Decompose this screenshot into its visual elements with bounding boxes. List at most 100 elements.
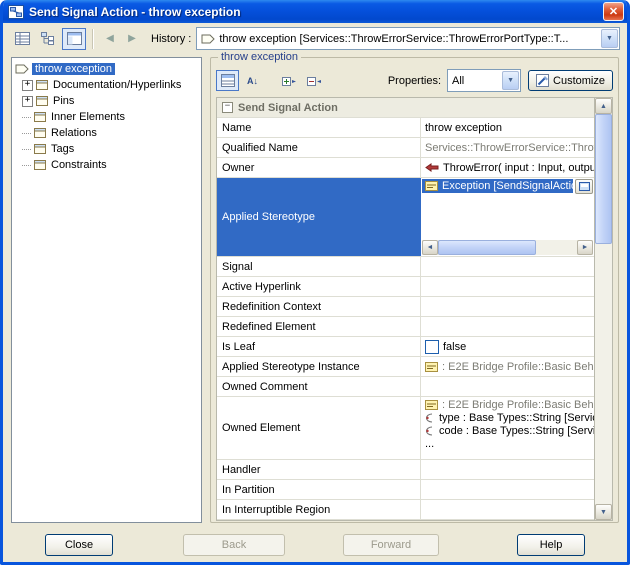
property-name-cell[interactable]: Applied Stereotype bbox=[217, 178, 421, 256]
property-row-redefined-element[interactable]: Redefined Element bbox=[217, 317, 594, 337]
property-name-cell[interactable]: Owned Element bbox=[217, 397, 421, 459]
property-value-cell[interactable]: Services::ThrowErrorService::ThrowE... bbox=[421, 138, 594, 157]
categorized-view-button[interactable] bbox=[216, 70, 239, 91]
property-row-name[interactable]: Name throw exception bbox=[217, 118, 594, 138]
vertical-scroll-track[interactable] bbox=[595, 114, 612, 504]
property-name-cell[interactable]: Name bbox=[217, 118, 421, 137]
property-row-signal[interactable]: Signal bbox=[217, 257, 594, 277]
property-name-cell[interactable]: Owner bbox=[217, 158, 421, 177]
property-name-cell[interactable]: Active Hyperlink bbox=[217, 277, 421, 296]
tree-item-constraints[interactable]: Constraints bbox=[22, 157, 201, 173]
properties-filter-combobox[interactable]: All ▼ bbox=[447, 69, 521, 92]
property-row-active-hyperlink[interactable]: Active Hyperlink bbox=[217, 277, 594, 297]
owned-element-text: : E2E Bridge Profile::Basic Behaviour... bbox=[442, 399, 594, 411]
tree-item-inner-elements[interactable]: Inner Elements bbox=[22, 109, 201, 125]
expand-plus-icon[interactable]: + bbox=[22, 96, 33, 107]
property-name-cell[interactable]: Owned Comment bbox=[217, 377, 421, 396]
property-row-qualified-name[interactable]: Qualified Name Services::ThrowErrorServi… bbox=[217, 138, 594, 158]
property-name-cell[interactable]: Qualified Name bbox=[217, 138, 421, 157]
tree-item-relations[interactable]: Relations bbox=[22, 125, 201, 141]
property-value-cell[interactable] bbox=[421, 257, 594, 276]
scroll-down-icon[interactable]: ▼ bbox=[595, 504, 612, 520]
tree-view-button[interactable] bbox=[36, 28, 60, 50]
history-dropdown-icon[interactable]: ▼ bbox=[601, 29, 618, 48]
section-header-row[interactable]: − Send Signal Action bbox=[217, 98, 594, 118]
property-row-applied-stereotype[interactable]: Applied Stereotype Exception [SendSignal… bbox=[217, 178, 594, 257]
tree-item-tags[interactable]: Tags bbox=[22, 141, 201, 157]
property-value-cell[interactable] bbox=[421, 317, 594, 336]
forward-button[interactable]: Forward bbox=[343, 534, 439, 556]
expand-plus-icon[interactable]: + bbox=[22, 80, 33, 91]
property-value-cell[interactable]: ThrowError( input : Input, output ... bbox=[421, 158, 594, 177]
expand-nodes-button[interactable] bbox=[278, 70, 301, 91]
scroll-right-icon[interactable]: ► bbox=[577, 240, 593, 255]
tree-children: + Documentation/Hyperlinks + Pins Inner … bbox=[22, 77, 201, 173]
horizontal-scrollbar[interactable]: ◄ ► bbox=[422, 240, 593, 255]
property-value-cell[interactable] bbox=[421, 500, 594, 519]
property-row-owner[interactable]: Owner ThrowError( input : Input, output … bbox=[217, 158, 594, 178]
property-value-cell[interactable]: : E2E Bridge Profile::Basic Behaviour...… bbox=[421, 397, 594, 459]
table-view-button[interactable] bbox=[10, 28, 34, 50]
slot-icon bbox=[425, 413, 435, 423]
close-button[interactable]: Close bbox=[45, 534, 113, 556]
property-row-redefinition-context[interactable]: Redefinition Context bbox=[217, 297, 594, 317]
applied-stereotype-list[interactable]: Exception [SendSignalAction] [E2... ◄ bbox=[421, 178, 594, 256]
sort-alphabetically-button[interactable]: A↓ bbox=[241, 70, 264, 91]
property-row-in-interruptible-region[interactable]: In Interruptible Region bbox=[217, 500, 594, 520]
property-row-applied-stereotype-instance[interactable]: Applied Stereotype Instance : E2E Bridge… bbox=[217, 357, 594, 377]
title-bar[interactable]: Send Signal Action - throw exception ✕ bbox=[3, 0, 627, 23]
is-leaf-checkbox[interactable] bbox=[425, 340, 439, 354]
property-name-cell[interactable]: Is Leaf bbox=[217, 337, 421, 356]
help-button[interactable]: Help bbox=[517, 534, 585, 556]
browse-stereotype-icon bbox=[579, 182, 590, 191]
form-view-button[interactable] bbox=[62, 28, 86, 50]
property-name-cell[interactable]: In Interruptible Region bbox=[217, 500, 421, 519]
property-value: throw exception bbox=[425, 122, 502, 134]
property-name-cell[interactable]: Redefinition Context bbox=[217, 297, 421, 316]
property-name-cell[interactable]: Applied Stereotype Instance bbox=[217, 357, 421, 376]
property-row-is-leaf[interactable]: Is Leaf false bbox=[217, 337, 594, 357]
tree-item-pins[interactable]: + Pins bbox=[22, 93, 201, 109]
stereotype-list-item[interactable]: Exception [SendSignalAction] [E2... bbox=[422, 179, 573, 193]
history-back-button[interactable]: ◀ bbox=[100, 29, 120, 49]
vertical-scroll-thumb[interactable] bbox=[595, 114, 612, 244]
property-value-cell[interactable] bbox=[421, 277, 594, 296]
close-icon[interactable]: ✕ bbox=[603, 2, 624, 21]
property-value-cell[interactable] bbox=[421, 377, 594, 396]
tree-item-documentation[interactable]: + Documentation/Hyperlinks bbox=[22, 77, 201, 93]
browse-stereotype-button[interactable] bbox=[575, 179, 593, 194]
property-value-cell[interactable]: throw exception bbox=[421, 118, 594, 137]
relations-node-icon bbox=[34, 127, 48, 139]
navigation-tree[interactable]: throw exception + Documentation/Hyperlin… bbox=[11, 57, 202, 523]
property-row-in-partition[interactable]: In Partition bbox=[217, 480, 594, 500]
back-button[interactable]: Back bbox=[183, 534, 285, 556]
documentation-node-icon bbox=[36, 79, 50, 91]
property-name-cell[interactable]: In Partition bbox=[217, 480, 421, 499]
scroll-left-icon[interactable]: ◄ bbox=[422, 240, 438, 255]
history-combobox[interactable]: throw exception [Services::ThrowErrorSer… bbox=[196, 27, 620, 50]
history-forward-button[interactable]: ▶ bbox=[122, 29, 142, 49]
property-value-cell[interactable] bbox=[421, 480, 594, 499]
property-name-cell[interactable]: Signal bbox=[217, 257, 421, 276]
property-row-owned-element[interactable]: Owned Element : E2E Bridge Profile::Basi… bbox=[217, 397, 594, 460]
property-name-cell[interactable]: Handler bbox=[217, 460, 421, 479]
properties-filter-dropdown-icon[interactable]: ▼ bbox=[502, 71, 519, 90]
horizontal-scroll-thumb[interactable] bbox=[438, 240, 536, 255]
customize-button[interactable]: Customize bbox=[528, 70, 613, 91]
property-row-handler[interactable]: Handler bbox=[217, 460, 594, 480]
property-value-cell[interactable]: : E2E Bridge Profile::Basic Behavi... bbox=[421, 357, 594, 376]
property-value-cell[interactable] bbox=[421, 460, 594, 479]
property-row-owned-comment[interactable]: Owned Comment bbox=[217, 377, 594, 397]
dialog-toolbar: ◀ ▶ History : throw exception [Services:… bbox=[3, 23, 627, 54]
horizontal-scroll-track[interactable] bbox=[438, 240, 577, 255]
scroll-up-icon[interactable]: ▲ bbox=[595, 98, 612, 114]
property-name-cell[interactable]: Redefined Element bbox=[217, 317, 421, 336]
collapse-nodes-button[interactable] bbox=[303, 70, 326, 91]
property-value: Services::ThrowErrorService::ThrowE... bbox=[425, 142, 594, 154]
collapse-minus-icon[interactable]: − bbox=[222, 102, 233, 113]
property-value-cell[interactable]: false bbox=[421, 337, 594, 356]
customize-button-label: Customize bbox=[553, 75, 605, 87]
vertical-scrollbar[interactable]: ▲ ▼ bbox=[594, 97, 613, 521]
tree-root-item[interactable]: throw exception bbox=[15, 61, 201, 77]
property-value-cell[interactable] bbox=[421, 297, 594, 316]
